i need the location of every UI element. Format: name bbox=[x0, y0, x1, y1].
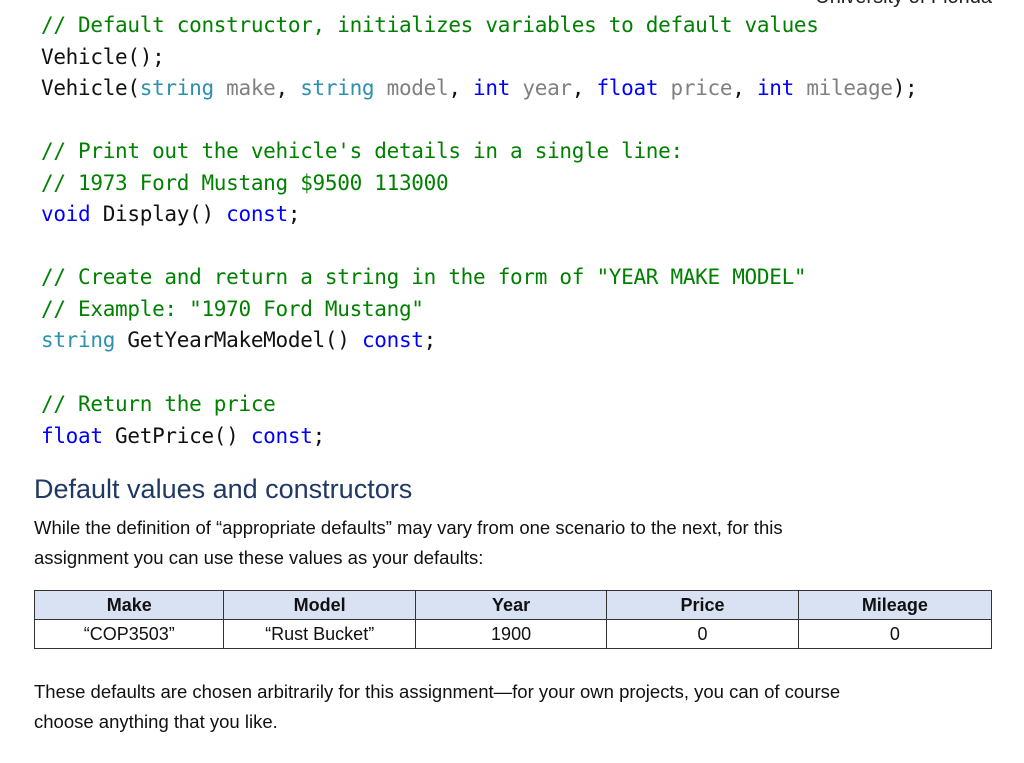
code-comment: // Default constructor, initializes vari… bbox=[41, 13, 819, 37]
code-block-getprice: // Return the price float GetPrice() con… bbox=[41, 392, 325, 448]
header-model: Model bbox=[223, 590, 416, 620]
header-mileage: Mileage bbox=[797, 590, 993, 620]
code-comment: // Example: "1970 Ford Mustang" bbox=[41, 296, 424, 321]
section-heading: Default values and constructors bbox=[34, 474, 413, 504]
organization-header: University of Florida bbox=[815, 0, 992, 9]
default-constructor-decl: Vehicle(); bbox=[41, 44, 165, 69]
code-block-display: // Print out the vehicle's details in a … bbox=[41, 139, 683, 226]
code-comment: // Print out the vehicle's details in a … bbox=[41, 139, 683, 163]
code-comment: // Return the price bbox=[41, 392, 276, 416]
header-make: Make bbox=[33, 590, 225, 620]
code-comment: // 1973 Ford Mustang $9500 113000 bbox=[41, 170, 449, 195]
param-constructor-decl: Vehicle(string make, string model, int y… bbox=[41, 76, 918, 100]
cell-year: 1900 bbox=[414, 619, 608, 649]
code-block-constructors: // Default constructor, initializes vari… bbox=[41, 10, 918, 105]
cell-make: “COP3503” bbox=[33, 619, 225, 649]
code-block-getyearmakemodel: // Create and return a string in the for… bbox=[41, 265, 807, 352]
outro-paragraph: These defaults are chosen arbitrarily fo… bbox=[34, 681, 841, 732]
defaults-table: Make Model Year Price Mileage “COP3503” … bbox=[33, 590, 993, 649]
intro-paragraph: While the definition of “appropriate def… bbox=[34, 517, 783, 568]
cell-mileage: 0 bbox=[797, 619, 993, 649]
header-price: Price bbox=[606, 590, 799, 620]
table-row: “COP3503” “Rust Bucket” 1900 0 0 bbox=[33, 619, 993, 649]
table-header-row: Make Model Year Price Mileage bbox=[33, 590, 993, 620]
cell-model: “Rust Bucket” bbox=[223, 619, 416, 649]
code-comment: // Create and return a string in the for… bbox=[41, 265, 807, 289]
header-year: Year bbox=[414, 590, 608, 620]
cell-price: 0 bbox=[606, 619, 799, 649]
